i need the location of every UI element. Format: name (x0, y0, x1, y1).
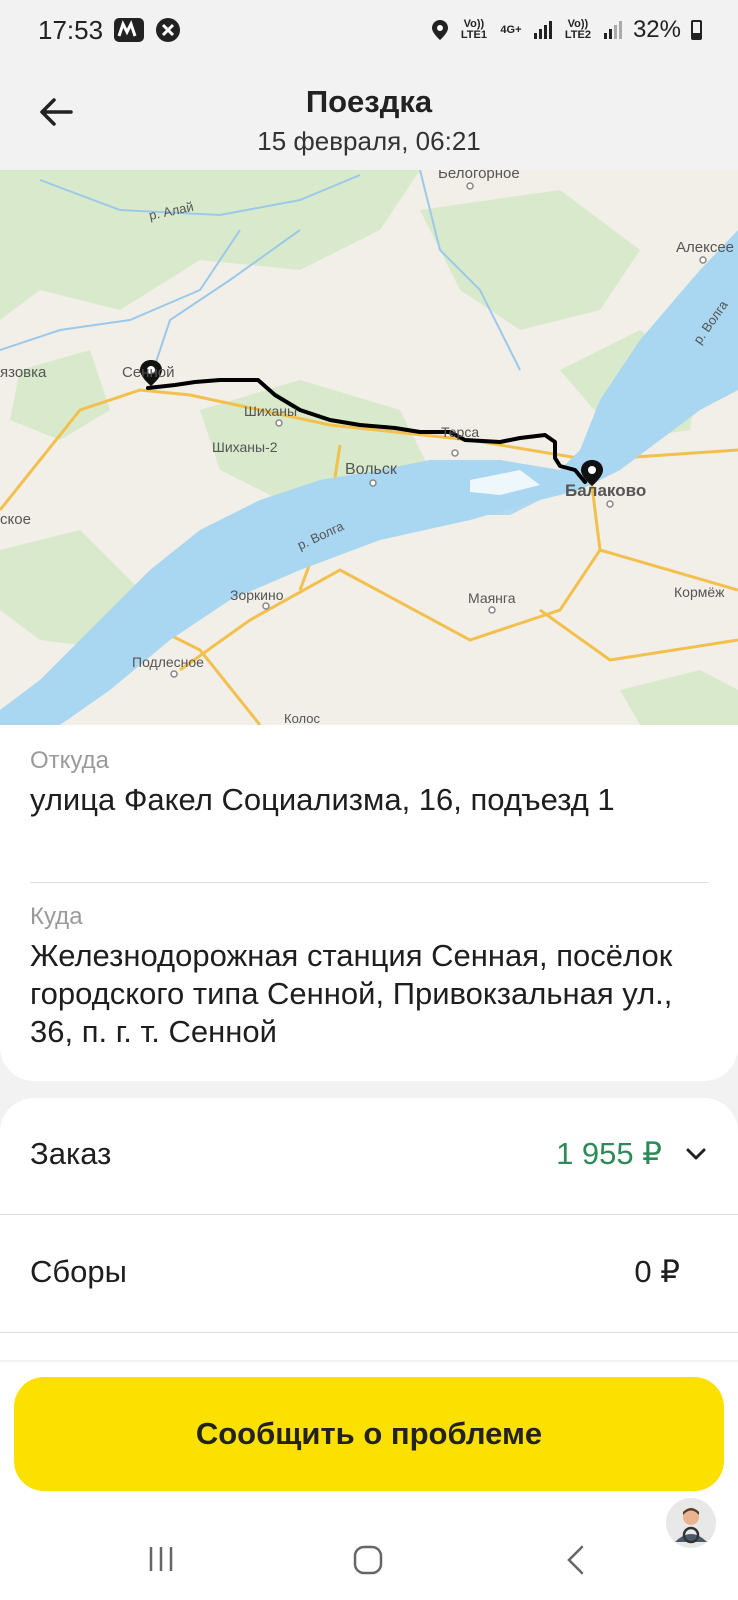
from-address: улица Факел Социализма, 16, подъезд 1 (30, 782, 615, 817)
network-2-label: Vo)) LTE2 (564, 18, 591, 41)
map-label-skoe: ское (0, 511, 31, 528)
page-title: Поездка (305, 84, 433, 119)
to-address: Железнодорожная станция Сенная, посёлок … (30, 938, 673, 1049)
header: Поездка 15 февраля, 06:21 (0, 60, 738, 170)
address-card: Откуда улица Факел Социализма, 16, подъе… (0, 725, 738, 1081)
map-label-sennoy: Сенной (122, 364, 174, 381)
from-label: Откуда (30, 747, 109, 774)
map-label-shikhany2: Шиханы-2 (212, 439, 278, 455)
signal-1-icon (533, 21, 552, 39)
map-label-alekseevka: Алексее (676, 239, 734, 256)
battery-percent: 32% (632, 16, 681, 43)
trip-date: 15 февраля, 06:21 (257, 126, 481, 156)
map-label-mayanga: Маянга (468, 590, 516, 606)
to-label: Куда (30, 903, 83, 930)
payment-card: Заказ 1 955 ₽ Сборы 0 ₽ У (0, 1098, 738, 1360)
battery-icon (691, 20, 702, 40)
order-price: 1 955 ₽ (556, 1136, 662, 1171)
map-canvas[interactable]: Белогорное р. Алай Алексее р. Волга язов… (0, 170, 738, 725)
app-notification-icon (114, 18, 145, 42)
system-back-icon[interactable] (564, 1544, 586, 1576)
payment-divider-2 (0, 1332, 738, 1333)
fees-label: Сборы (30, 1254, 127, 1289)
fees-value: 0 ₽ (634, 1254, 680, 1289)
report-problem-button[interactable]: Сообщить о проблеме (14, 1377, 724, 1491)
map-label-tersa: Терса (441, 424, 479, 440)
chevron-down-icon[interactable] (684, 1144, 708, 1164)
order-label: Заказ (30, 1136, 112, 1171)
route-map[interactable]: Белогорное р. Алай Алексее р. Волга язов… (0, 170, 738, 725)
status-left: 17:53 (38, 15, 181, 46)
signal-2-icon (603, 21, 622, 39)
system-nav-bar (0, 1532, 738, 1600)
status-bar: 17:53 Vo)) LTE1 4G+ Vo)) LTE2 32% (0, 0, 738, 60)
location-icon (431, 20, 448, 40)
payment-divider-1 (0, 1214, 738, 1215)
shield-notification-icon (156, 18, 181, 42)
map-label-volsk: Вольск (345, 461, 398, 478)
map-label-balakovo: Балаково (565, 481, 646, 500)
network-type-label: 4G+ (500, 23, 522, 36)
status-time: 17:53 (38, 14, 104, 45)
status-right: Vo)) LTE1 4G+ Vo)) LTE2 32% (431, 16, 702, 44)
cut-off-row-label: У (30, 1353, 50, 1360)
address-divider (30, 882, 708, 883)
map-label-yazovka: язовка (0, 364, 47, 381)
map-label-zorkino: Зоркино (230, 587, 284, 603)
order-row[interactable]: Заказ 1 955 ₽ (0, 1098, 738, 1214)
recents-icon[interactable] (146, 1544, 176, 1574)
map-label-podlesnoe: Подлесное (132, 654, 204, 670)
map-label-belogornoe: Белогорное (438, 170, 520, 182)
fees-row: Сборы 0 ₽ (0, 1216, 738, 1332)
home-icon[interactable] (352, 1544, 384, 1576)
map-label-shikhany: Шиханы (244, 403, 297, 419)
map-label-kolos: Колос (284, 711, 320, 725)
network-1-label: Vo)) LTE1 (460, 18, 487, 41)
bottom-area: Сообщить о проблеме (0, 1362, 738, 1600)
map-label-kormezhka: Кормёж (674, 584, 725, 600)
